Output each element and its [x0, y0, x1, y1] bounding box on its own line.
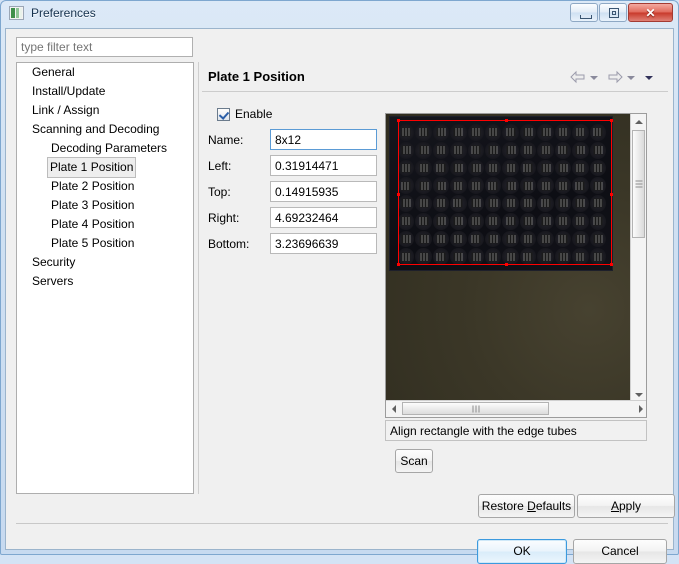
preferences-icon	[9, 6, 24, 20]
close-icon: ✕	[645, 5, 656, 20]
page-title-separator	[202, 91, 668, 92]
tree-item-plate-3-position[interactable]: Plate 3 Position	[17, 196, 193, 215]
plate-image-viewer[interactable]	[385, 113, 647, 418]
tree-item-decoding-parameters[interactable]: Decoding Parameters	[17, 139, 193, 158]
form-row-bottom: Bottom:	[208, 233, 383, 255]
restore-defaults-accel: D	[527, 499, 536, 513]
title-bar[interactable]: Preferences ✕	[1, 1, 678, 28]
handle-top-right	[610, 119, 613, 122]
tree-item-label: Plate 5 Position	[51, 236, 135, 250]
tree-item-general[interactable]: General	[17, 63, 193, 82]
left-label: Left:	[208, 159, 232, 173]
tree-item-plate-5-position[interactable]: Plate 5 Position	[17, 234, 193, 253]
left-input[interactable]	[270, 155, 377, 176]
scroll-right-button[interactable]	[633, 401, 646, 416]
handle-mid-right	[610, 192, 613, 196]
footer-separator	[16, 523, 668, 524]
tree-item-scanning-and-decoding[interactable]: Scanning and Decoding	[17, 120, 193, 139]
preferences-window: Preferences ✕ General Install/Update Link …	[0, 0, 679, 564]
tree-item-label: Scanning and Decoding	[32, 122, 160, 136]
back-arrow-icon[interactable]	[569, 70, 587, 84]
dialog-content: General Install/Update Link / Assign Scanni…	[5, 28, 675, 564]
tree-item-plate-4-position[interactable]: Plate 4 Position	[17, 215, 193, 234]
vertical-scroll-thumb[interactable]	[632, 130, 645, 238]
form-row-right: Right:	[208, 207, 383, 229]
window-title: Preferences	[31, 6, 96, 20]
tree-item-security[interactable]: Security	[17, 253, 193, 272]
page-title: Plate 1 Position	[208, 69, 305, 84]
bottom-label: Bottom:	[208, 237, 250, 251]
apply-button[interactable]: Apply	[577, 494, 675, 518]
form-row-top: Top:	[208, 181, 383, 203]
tree-item-label: Plate 3 Position	[51, 198, 135, 212]
preferences-tree[interactable]: General Install/Update Link / Assign Scanni…	[16, 62, 194, 494]
right-label: Right:	[208, 211, 240, 225]
cancel-button[interactable]: Cancel	[573, 539, 667, 564]
horizontal-scroll-thumb[interactable]	[402, 402, 549, 415]
restore-defaults-button[interactable]: Restore Defaults	[478, 494, 575, 518]
vertical-scrollbar[interactable]	[630, 114, 646, 402]
tree-item-label: Plate 2 Position	[51, 179, 135, 193]
scan-button[interactable]: Scan	[395, 449, 433, 473]
enable-label: Enable	[235, 107, 273, 121]
filter-input[interactable]	[16, 37, 193, 57]
enable-checkbox-row[interactable]: Enable	[217, 107, 272, 121]
enable-checkbox[interactable]	[217, 107, 230, 121]
handle-bottom-center	[505, 263, 508, 266]
tree-item-plate-2-position[interactable]: Plate 2 Position	[17, 177, 193, 196]
restore-button[interactable]	[599, 3, 627, 22]
restore-defaults-before: Restore	[481, 499, 528, 513]
tree-item-install-update[interactable]: Install/Update	[17, 82, 193, 101]
tree-item-plate-1-position[interactable]: Plate 1 Position	[17, 157, 193, 178]
tree-item-label: Link / Assign	[32, 103, 100, 117]
more-dropdown-icon[interactable]	[643, 70, 655, 84]
close-button[interactable]: ✕	[628, 3, 673, 22]
form-row-name: Name:	[208, 129, 383, 151]
scroll-left-button[interactable]	[386, 401, 401, 416]
status-text: Align rectangle with the edge tubes	[385, 420, 647, 441]
scroll-up-button[interactable]	[631, 114, 646, 129]
horizontal-scrollbar[interactable]	[386, 400, 646, 417]
apply-accel: A	[610, 499, 619, 513]
tree-item-link-assign[interactable]: Link / Assign	[17, 101, 193, 120]
window-controls: ✕	[569, 3, 673, 24]
page-navigation	[569, 69, 661, 85]
tree-item-label: Security	[32, 255, 76, 269]
bottom-input[interactable]	[270, 233, 377, 254]
tree-item-label: Plate 4 Position	[51, 217, 135, 231]
form-row-left: Left:	[208, 155, 383, 177]
selection-rectangle[interactable]	[397, 119, 613, 266]
ok-button[interactable]: OK	[477, 539, 567, 564]
top-label: Top:	[208, 185, 231, 199]
name-input[interactable]	[270, 129, 377, 150]
handle-top-center	[505, 119, 508, 122]
handle-mid-left	[397, 192, 400, 196]
top-input[interactable]	[270, 181, 377, 202]
forward-dropdown-icon[interactable]	[625, 70, 637, 84]
apply-after: pply	[619, 499, 642, 513]
right-input[interactable]	[270, 207, 377, 228]
minimize-button[interactable]	[570, 3, 598, 22]
back-dropdown-icon[interactable]	[588, 70, 600, 84]
forward-arrow-icon[interactable]	[606, 70, 624, 84]
name-label: Name:	[208, 133, 244, 147]
tree-item-label: Plate 1 Position	[47, 157, 137, 178]
panel-divider	[198, 62, 199, 494]
tree-item-label: Install/Update	[32, 84, 106, 98]
plate-photo	[386, 114, 646, 402]
handle-bottom-left	[397, 263, 400, 266]
restore-defaults-after: efaults	[535, 499, 572, 513]
tree-item-label: Decoding Parameters	[51, 141, 168, 155]
handle-bottom-right	[610, 263, 613, 266]
tree-item-servers[interactable]: Servers	[17, 272, 193, 291]
tree-item-label: Servers	[32, 274, 74, 288]
tree-item-label: General	[32, 65, 75, 79]
handle-top-left	[397, 119, 400, 122]
